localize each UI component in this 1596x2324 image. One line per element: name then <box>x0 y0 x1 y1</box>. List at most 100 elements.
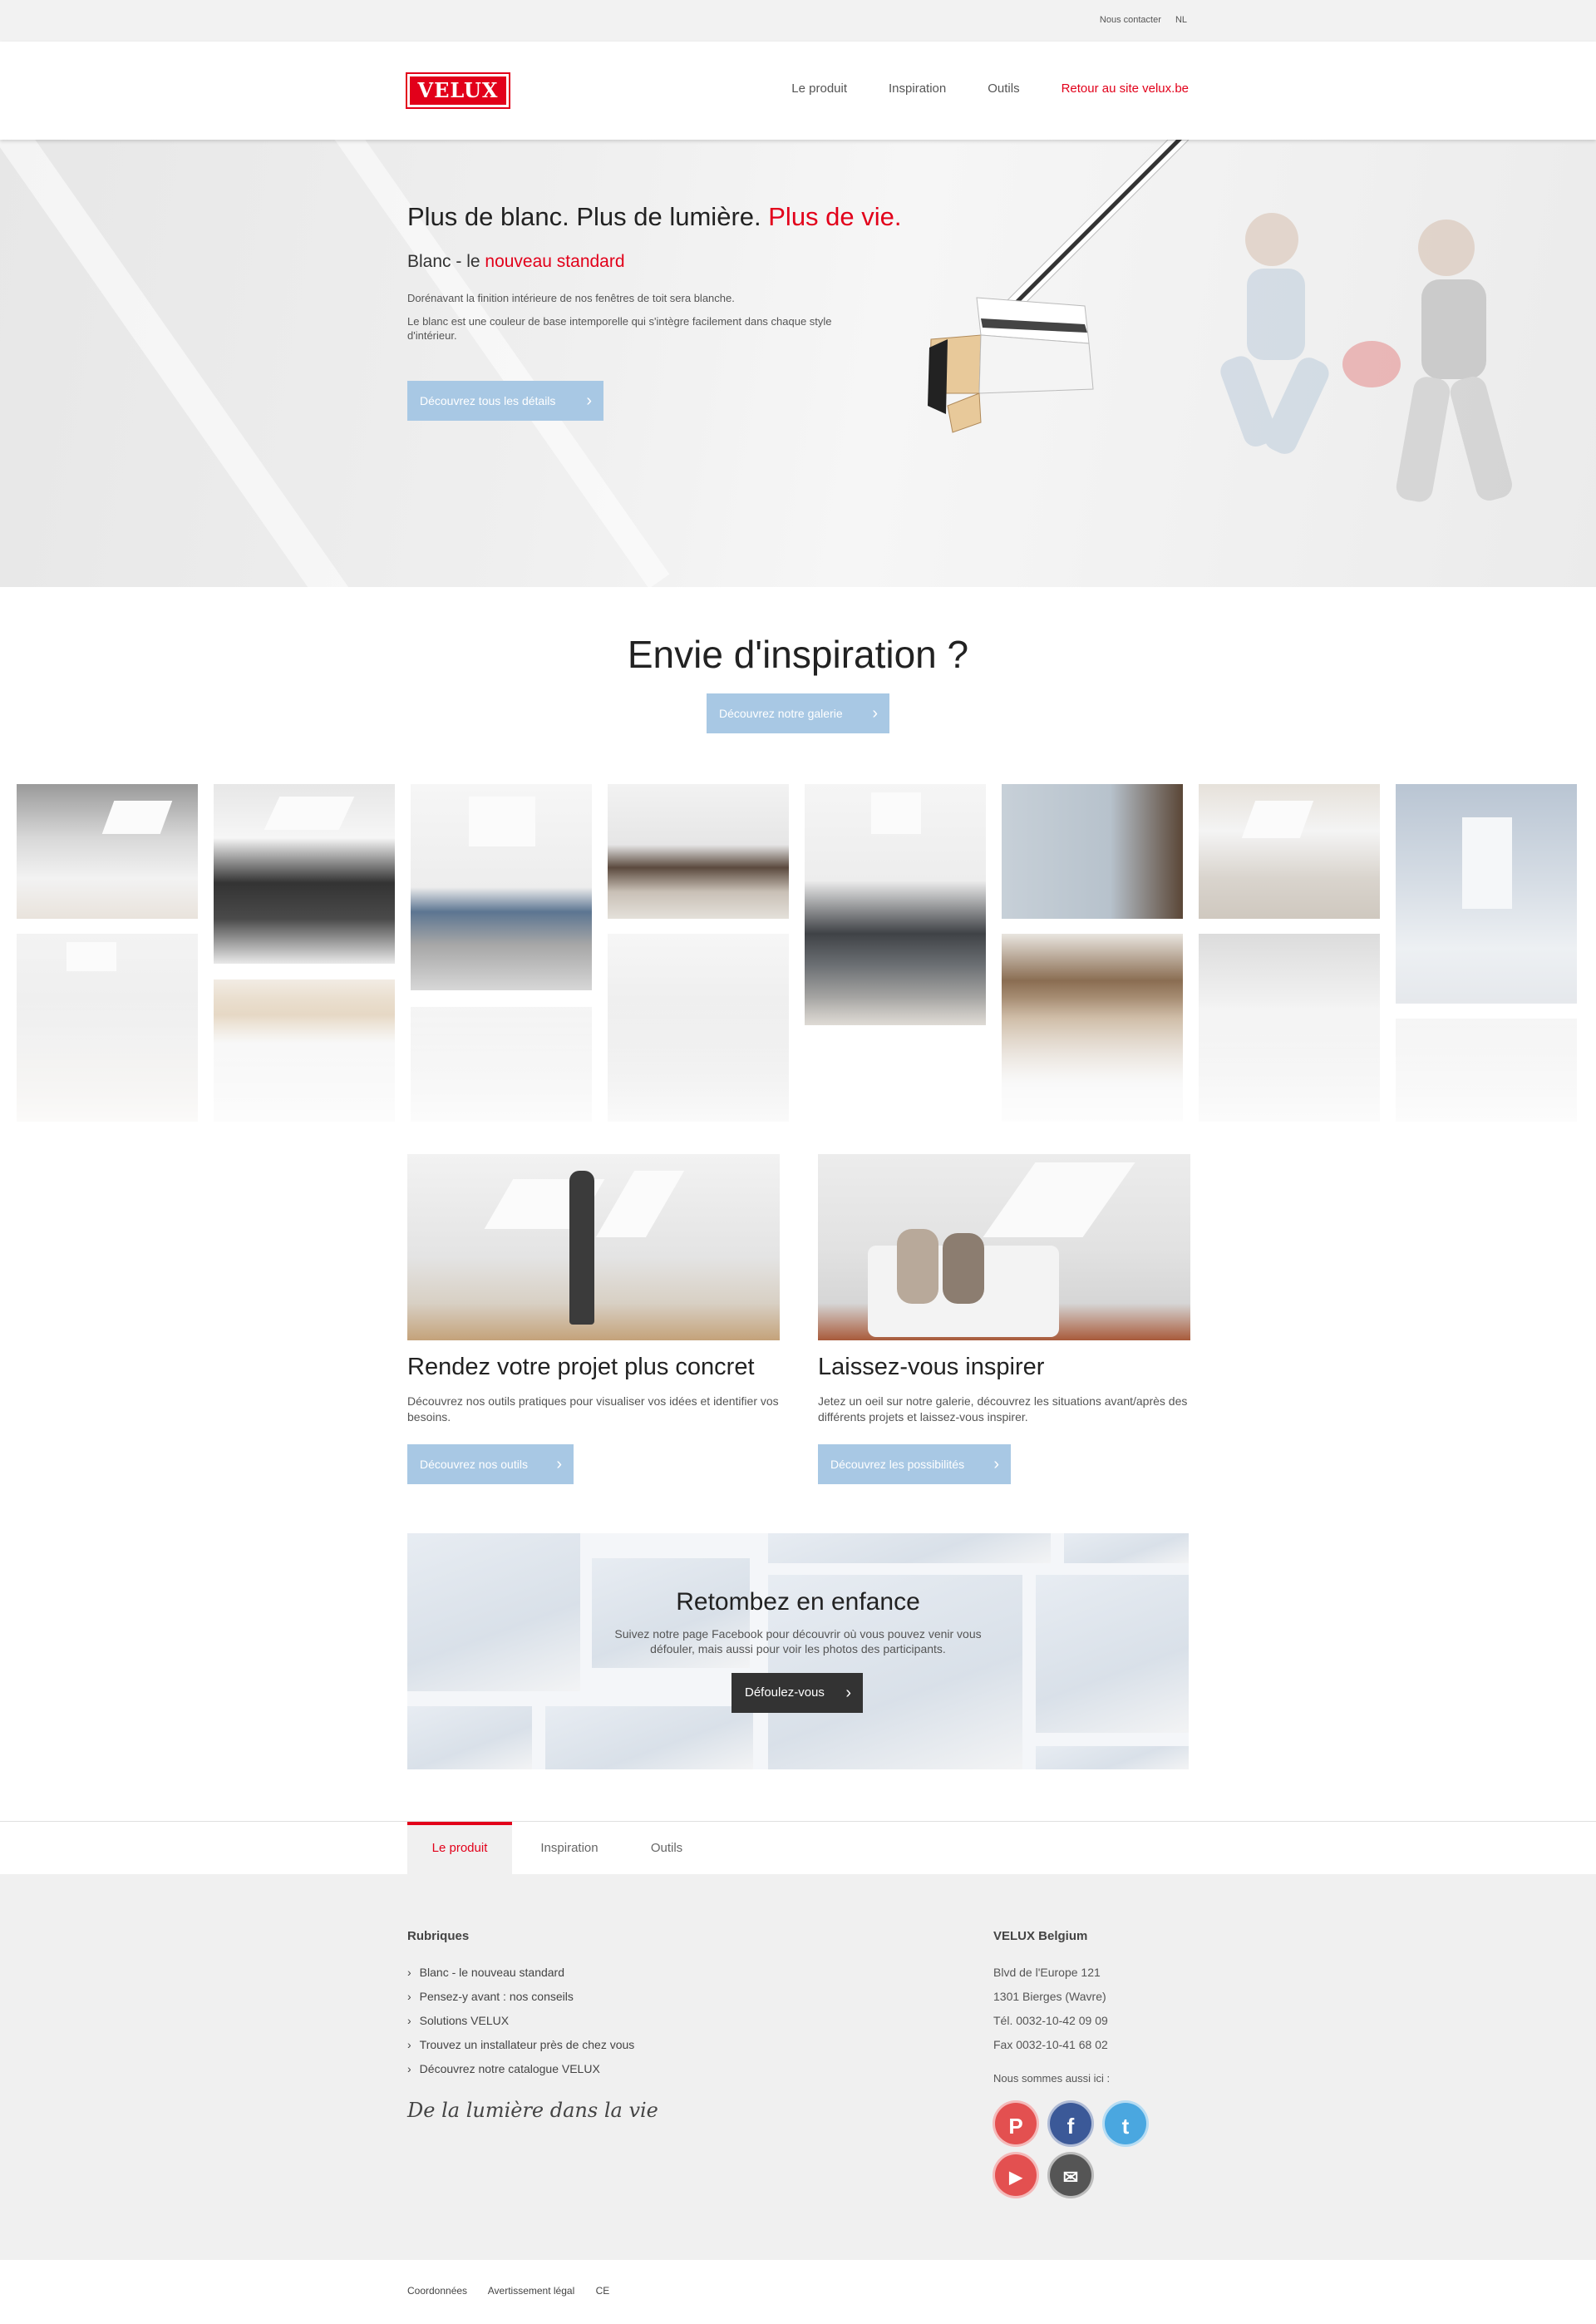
inspire-card-image[interactable] <box>818 1154 1190 1340</box>
chevron-right-icon: › <box>407 2038 411 2051</box>
mail-icon[interactable]: ✉ <box>1047 2152 1094 2198</box>
hero-title-main: Plus de blanc. Plus de lumière. <box>407 202 761 231</box>
inspiration-title: Envie d'inspiration ? <box>627 633 969 676</box>
ce-link[interactable]: CE <box>596 2285 610 2297</box>
fax-line: Fax 0032-10-41 68 02 <box>993 2038 1108 2051</box>
gallery-photo[interactable] <box>1002 934 1183 1122</box>
address-line: Blvd de l'Europe 121 <box>993 1966 1101 1979</box>
couple-figure <box>897 1229 938 1304</box>
facebook-banner-text: Suivez notre page Facebook pour découvri… <box>614 1627 982 1655</box>
footer-tabs: Le produit Inspiration Outils <box>0 1821 1596 1875</box>
chevron-right-icon: › <box>407 1990 411 2003</box>
window-shape <box>595 1171 685 1237</box>
gallery-photo[interactable] <box>1199 784 1380 919</box>
inspire-card-text: Jetez un oeil sur notre galerie, découvr… <box>818 1394 1188 1424</box>
hero-paragraph-2: Le blanc est une couleur de base intempo… <box>407 315 832 342</box>
gallery-photo[interactable] <box>608 784 789 919</box>
rubrique-label: Pensez-y avant : nos conseils <box>419 1990 574 2003</box>
site-header: VELUX Le produit Inspiration Outils Reto… <box>0 42 1596 140</box>
language-switch-link[interactable]: NL <box>1175 15 1187 25</box>
site-footer: Rubriques › Blanc - le nouveau standard ›… <box>0 1874 1596 2260</box>
gallery-photo[interactable] <box>411 784 592 990</box>
rubrique-label: Trouvez un installateur près de chez vou… <box>419 2038 635 2051</box>
tools-card-image[interactable] <box>407 1154 780 1340</box>
hero-details-button[interactable]: Découvrez tous les détails › <box>407 381 603 421</box>
rubrique-link[interactable]: › Pensez-y avant : nos conseils <box>407 1985 634 2009</box>
gallery-button[interactable]: Découvrez notre galerie › <box>707 693 889 733</box>
rubrique-link[interactable]: › Trouvez un installateur près de chez vo… <box>407 2033 634 2057</box>
nav-item-tools[interactable]: Outils <box>988 81 1019 96</box>
chevron-right-icon: › <box>872 704 878 723</box>
gallery-photo[interactable] <box>1002 784 1183 919</box>
velux-logo[interactable]: VELUX <box>406 72 510 109</box>
children-jumping-image <box>1220 213 1512 502</box>
couple-figure <box>943 1233 984 1304</box>
gallery-photo[interactable] <box>608 934 789 1122</box>
chevron-right-icon: › <box>407 2062 411 2075</box>
tools-button[interactable]: Découvrez nos outils › <box>407 1444 574 1484</box>
rubrique-link[interactable]: › Solutions VELUX <box>407 2009 634 2033</box>
utility-links: Nous contacter NL <box>1088 15 1187 25</box>
rubrique-label: Blanc - le nouveau standard <box>419 1966 565 1979</box>
company-address: Blvd de l'Europe 121 1301 Bierges (Wavre… <box>993 1961 1108 2057</box>
tools-card-title: Rendez votre projet plus concret <box>407 1354 755 1380</box>
roof-window-product-image <box>928 140 1190 433</box>
nav-item-back-to-site[interactable]: Retour au site velux.be <box>1062 81 1189 96</box>
hero-title: Plus de blanc. Plus de lumière. Plus de … <box>407 202 902 232</box>
chevron-right-icon: › <box>993 1455 999 1473</box>
gallery-photo[interactable] <box>214 784 395 964</box>
facebook-button[interactable]: Défoulez-vous › <box>732 1673 863 1713</box>
facebook-button-label: Défoulez-vous <box>745 1685 825 1700</box>
hero-banner: Plus de blanc. Plus de lumière. Plus de … <box>0 140 1596 587</box>
gallery-photo[interactable] <box>17 784 198 919</box>
signature-tagline: De la lumière dans la vie <box>407 2099 658 2122</box>
gallery-photo[interactable] <box>805 784 986 1025</box>
hero-details-button-label: Découvrez tous les détails <box>420 394 556 407</box>
gallery-photo[interactable] <box>411 1007 592 1122</box>
tab-product[interactable]: Le produit <box>407 1822 512 1875</box>
phone-line: Tél. 0032-10-42 09 09 <box>993 2014 1108 2027</box>
possibilities-button-label: Découvrez les possibilités <box>830 1458 965 1471</box>
rubriques-list: › Blanc - le nouveau standard › Pensez-y a… <box>407 1961 634 2081</box>
gallery-photo[interactable] <box>214 979 395 1122</box>
hero-title-accent: Plus de vie. <box>768 202 902 231</box>
chevron-right-icon: › <box>407 2014 411 2027</box>
nav-item-inspiration[interactable]: Inspiration <box>889 81 946 96</box>
facebook-banner-title: Retombez en enfance <box>676 1588 920 1616</box>
company-heading: VELUX Belgium <box>993 1929 1088 1943</box>
contact-link[interactable]: Nous contacter <box>1100 15 1161 25</box>
tab-tools[interactable]: Outils <box>625 1822 708 1875</box>
tab-inspiration[interactable]: Inspiration <box>517 1822 622 1875</box>
rubrique-link[interactable]: › Découvrez notre catalogue VELUX <box>407 2057 634 2081</box>
possibilities-button[interactable]: Découvrez les possibilités › <box>818 1444 1011 1484</box>
facebook-banner: Retombez en enfance Suivez notre page Fa… <box>407 1533 1189 1769</box>
coordinates-link[interactable]: Coordonnées <box>407 2285 467 2297</box>
pinterest-icon[interactable]: P <box>993 2100 1039 2147</box>
hero-subtitle: Blanc - le nouveau standard <box>407 252 625 272</box>
legal-notice-link[interactable]: Avertissement légal <box>488 2285 575 2297</box>
social-heading: Nous sommes aussi ici : <box>993 2072 1111 2085</box>
rubriques-heading: Rubriques <box>407 1929 470 1943</box>
gallery-photo[interactable] <box>17 934 198 1122</box>
twitter-icon[interactable]: t <box>1102 2100 1149 2147</box>
hero-subtitle-main: Blanc - le <box>407 252 480 271</box>
light-beam <box>0 140 362 587</box>
gallery-photo[interactable] <box>1396 784 1577 1004</box>
hero-subtitle-accent: nouveau standard <box>485 252 625 271</box>
gallery-photo[interactable] <box>1199 934 1380 1122</box>
craftsman-figure <box>569 1171 594 1325</box>
inspire-card-title: Laissez-vous inspirer <box>818 1354 1045 1380</box>
banner-photo <box>1064 1533 1189 1563</box>
banner-photo <box>545 1706 753 1769</box>
facebook-icon[interactable]: f <box>1047 2100 1094 2147</box>
tools-card-text: Découvrez nos outils pratiques pour visu… <box>407 1394 779 1424</box>
nav-item-product[interactable]: Le produit <box>791 81 847 96</box>
gallery-photo[interactable] <box>1396 1019 1577 1122</box>
top-utility-bar: Nous contacter NL <box>0 0 1596 42</box>
hero-paragraph-1: Dorénavant la finition intérieure de nos… <box>407 292 735 304</box>
rubrique-label: Solutions VELUX <box>419 2014 510 2027</box>
youtube-icon[interactable]: ▶ <box>993 2152 1039 2198</box>
chevron-right-icon: › <box>556 1455 562 1473</box>
rubrique-link[interactable]: › Blanc - le nouveau standard <box>407 1961 634 1985</box>
window-shape <box>983 1162 1135 1237</box>
